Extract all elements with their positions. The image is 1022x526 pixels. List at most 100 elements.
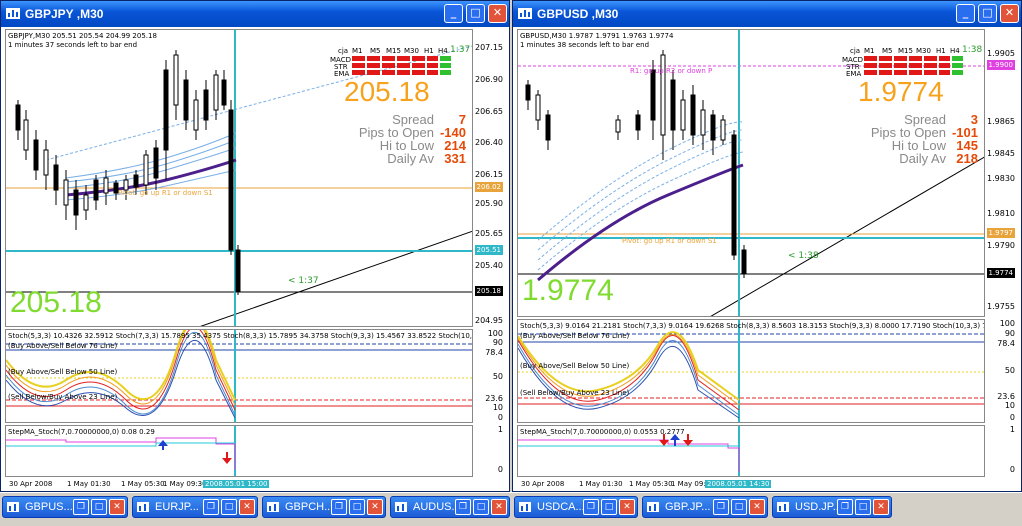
stoch-label-23: (Sell Below/Buy Above 23 Line) (520, 389, 630, 397)
maximize-button[interactable]: □ (221, 499, 237, 515)
minimized-window-usdjp[interactable]: USD.JP... ❐ □ ✕ (772, 496, 892, 518)
daily-av-label: Daily Av (899, 151, 946, 166)
price-tick: 206.15 (475, 170, 503, 179)
stepma-tick: 1 (1009, 425, 1015, 434)
restore-button[interactable]: ❐ (837, 499, 853, 515)
stochastic-pane[interactable]: Stoch(5,3,3) 9.0164 21.2181 Stoch(7,3,3)… (517, 319, 985, 423)
restore-button[interactable]: ❐ (73, 499, 89, 515)
symbol-line: GBPUSD,M30 1.9787 1.9791 1.9763 1.9774 (520, 32, 674, 40)
close-button[interactable]: ✕ (749, 499, 765, 515)
stoch-tick: 78.4 (485, 348, 503, 357)
stoch-tick: 100 (487, 329, 503, 338)
chart-window-icon (395, 502, 407, 512)
tf-header-4: M30 (916, 47, 931, 55)
stoch-tick: 0 (1009, 413, 1015, 422)
minimized-window-usdca[interactable]: USDCA... ❐ □ ✕ (514, 496, 638, 518)
stochastic-pane[interactable]: Stoch(5,3,3) 10.4326 32.5912 Stoch(7,3,3… (5, 329, 473, 423)
minimize-button[interactable]: _ (444, 4, 463, 23)
r1-price-tag: 1.9900 (986, 60, 1015, 70)
stoch-tick: 0 (497, 413, 503, 422)
minimized-window-gbpus[interactable]: GBPUS... ❐ □ ✕ (2, 496, 128, 518)
price-axis[interactable]: 207.15 206.90 206.65 206.40 206.15 205.9… (473, 29, 505, 327)
task-label: USD.JP... (795, 501, 842, 513)
r1-label: R1: go up R2 or down P (630, 67, 713, 75)
daily-av-value: 331 (444, 151, 466, 166)
close-button[interactable]: ✕ (1000, 4, 1019, 23)
minimized-window-audus[interactable]: AUDUS... ❐ □ ✕ (390, 496, 510, 518)
maximize-button[interactable]: □ (349, 499, 365, 515)
current-price-large: 1.9774 (858, 76, 944, 107)
price-tick: 1.9810 (987, 209, 1015, 218)
close-button[interactable]: ✕ (619, 499, 635, 515)
restore-button[interactable]: ❐ (331, 499, 347, 515)
close-button[interactable]: ✕ (491, 499, 507, 515)
price-pane[interactable]: GBPUSD,M30 1.9787 1.9791 1.9763 1.9774 1… (517, 29, 985, 317)
chart-window-gbpjpy[interactable]: GBPJPY ,M30 _ □ ✕ GBPJPY,M30 205.51 205.… (0, 0, 510, 492)
price-pane[interactable]: GBPJPY,M30 205.51 205.54 204.99 205.18 1… (5, 29, 473, 327)
tf-header-6: H4 (438, 47, 448, 55)
price-tick: 204.95 (475, 316, 503, 325)
price-axis[interactable]: 1.9905 1.9865 1.9845 1.9830 1.9810 1.979… (985, 29, 1017, 317)
stoch-tick: 90 (1004, 329, 1015, 338)
tf-header-5: H1 (936, 47, 946, 55)
time-tick: 1 May 05:30 (629, 480, 673, 488)
stepma-header: StepMA_Stoch(7,0.70000000,0) 0.0553 0.27… (520, 428, 685, 436)
window-titlebar[interactable]: GBPJPY ,M30 _ □ ✕ (1, 1, 509, 27)
window-title: GBPJPY ,M30 (25, 7, 104, 21)
stoch-label-23: (Sell Below/Buy Above 23 Line) (8, 393, 118, 401)
time-tick: 1 May 09:30 (163, 480, 207, 488)
time-tick: 1 May 01:30 (579, 480, 623, 488)
price-tick: 206.90 (475, 75, 503, 84)
stochastic-header: Stoch(5,3,3) 10.4326 32.5912 Stoch(7,3,3… (8, 332, 473, 340)
minimized-window-gbpch[interactable]: GBPCH... ❐ □ ✕ (262, 496, 386, 518)
task-label: GBPCH... (285, 501, 334, 513)
close-button[interactable]: ✕ (109, 499, 125, 515)
maximize-button[interactable]: □ (466, 4, 485, 23)
stepma-pane[interactable]: StepMA_Stoch(7,0.70000000,0) 0.08 0.29 (5, 425, 473, 477)
restore-button[interactable]: ❐ (455, 499, 471, 515)
price-tick: 1.9845 (987, 149, 1015, 158)
stepma-tick: 0 (1009, 465, 1015, 474)
current-price-bottom: 205.18 (10, 286, 102, 319)
stepma-pane[interactable]: StepMA_Stoch(7,0.70000000,0) 0.0553 0.27… (517, 425, 985, 477)
stoch-tick: 10 (1004, 401, 1015, 410)
maximize-button[interactable]: □ (855, 499, 871, 515)
task-label: EURJP... (155, 501, 199, 513)
tf-header-0: cja (850, 47, 861, 55)
stoch-tick: 23.6 (997, 392, 1015, 401)
minimize-button[interactable]: _ (956, 4, 975, 23)
minimized-window-eurjp[interactable]: EURJP... ❐ □ ✕ (132, 496, 258, 518)
chart-window-icon (7, 502, 19, 512)
price-tick: 1.9755 (987, 302, 1015, 311)
tf-header-5: H1 (424, 47, 434, 55)
chart-window-gbpusd[interactable]: GBPUSD ,M30 _ □ ✕ GBPUSD,M30 1.9787 1.97… (512, 0, 1022, 492)
tf-header-0: cja (338, 47, 349, 55)
maximize-button[interactable]: □ (473, 499, 489, 515)
restore-button[interactable]: ❐ (583, 499, 599, 515)
time-cursor-label: 2008.05.01 14:30 (705, 480, 772, 488)
close-button[interactable]: ✕ (239, 499, 255, 515)
tf-header-1: M1 (864, 47, 875, 55)
maximize-button[interactable]: □ (731, 499, 747, 515)
chart-window-icon (267, 502, 279, 512)
price-tick: 1.9790 (987, 241, 1015, 250)
countdown-label: < 1:37 (288, 276, 319, 286)
price-tick: 1.9830 (987, 174, 1015, 183)
window-title: GBPUSD ,M30 (537, 7, 619, 21)
close-button[interactable]: ✕ (367, 499, 383, 515)
maximize-button[interactable]: □ (978, 4, 997, 23)
maximize-button[interactable]: □ (601, 499, 617, 515)
restore-button[interactable]: ❐ (203, 499, 219, 515)
close-button[interactable]: ✕ (873, 499, 889, 515)
minimized-windows-bar: GBPUS... ❐ □ ✕ EURJP... ❐ □ ✕ GBPCH... ❐… (0, 492, 1022, 526)
close-button[interactable]: ✕ (488, 4, 507, 23)
maximize-button[interactable]: □ (91, 499, 107, 515)
minimized-window-gbpjp[interactable]: GBP.JP... ❐ □ ✕ (642, 496, 768, 518)
window-titlebar[interactable]: GBPUSD ,M30 _ □ ✕ (513, 1, 1021, 27)
stoch-label-50: (Buy Above/Sell Below 50 Line) (8, 368, 118, 376)
stoch-tick: 10 (492, 403, 503, 412)
bar-timer: 1 minutes 38 seconds left to bar end (520, 41, 650, 49)
chart-window-icon (519, 502, 531, 512)
price-tick: 206.65 (475, 107, 503, 116)
restore-button[interactable]: ❐ (713, 499, 729, 515)
